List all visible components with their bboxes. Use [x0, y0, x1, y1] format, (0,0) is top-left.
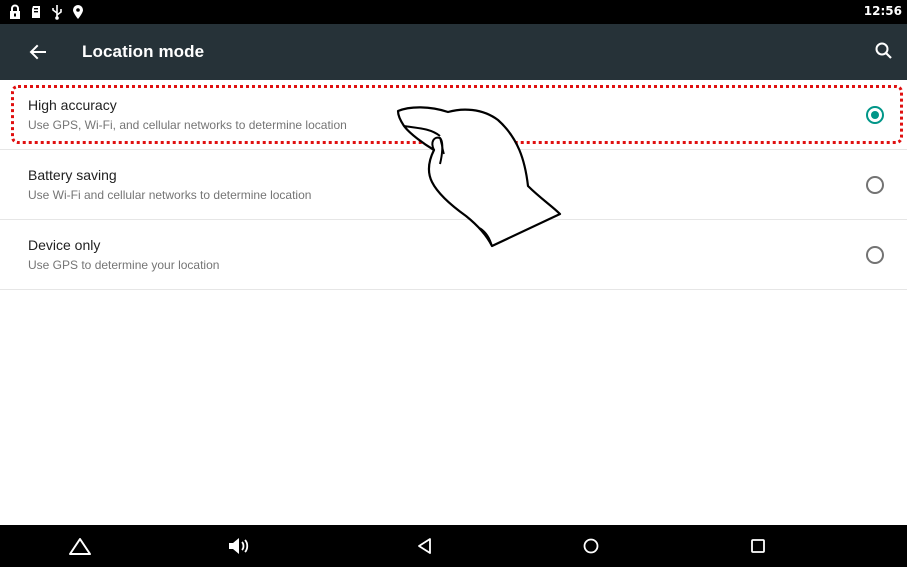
option-subtitle: Use GPS to determine your location — [28, 258, 220, 272]
back-triangle-icon[interactable] — [412, 534, 438, 558]
radio-device-only[interactable] — [866, 246, 884, 264]
navigation-bar — [0, 525, 907, 567]
usb-icon — [50, 4, 64, 20]
square-recents-icon[interactable] — [745, 534, 771, 558]
option-title: Device only — [28, 237, 101, 253]
tap-hand-icon — [390, 98, 570, 248]
circle-home-icon[interactable] — [578, 534, 604, 558]
option-subtitle: Use Wi-Fi and cellular networks to deter… — [28, 188, 312, 202]
volume-icon[interactable] — [226, 534, 252, 558]
status-time: 12:56 — [863, 4, 902, 18]
lock-icon — [8, 4, 22, 20]
arrow-back-icon[interactable] — [24, 38, 52, 66]
status-bar: 12:56 — [0, 0, 907, 24]
page-title: Location mode — [82, 42, 205, 61]
home-outline-icon[interactable] — [67, 534, 93, 558]
sd-card-icon — [29, 4, 43, 20]
app-bar: Location mode — [0, 24, 907, 80]
option-title: Battery saving — [28, 167, 117, 183]
status-icons — [8, 4, 85, 20]
search-icon[interactable] — [873, 40, 895, 62]
location-pin-icon — [71, 4, 85, 20]
radio-battery-saving[interactable] — [866, 176, 884, 194]
